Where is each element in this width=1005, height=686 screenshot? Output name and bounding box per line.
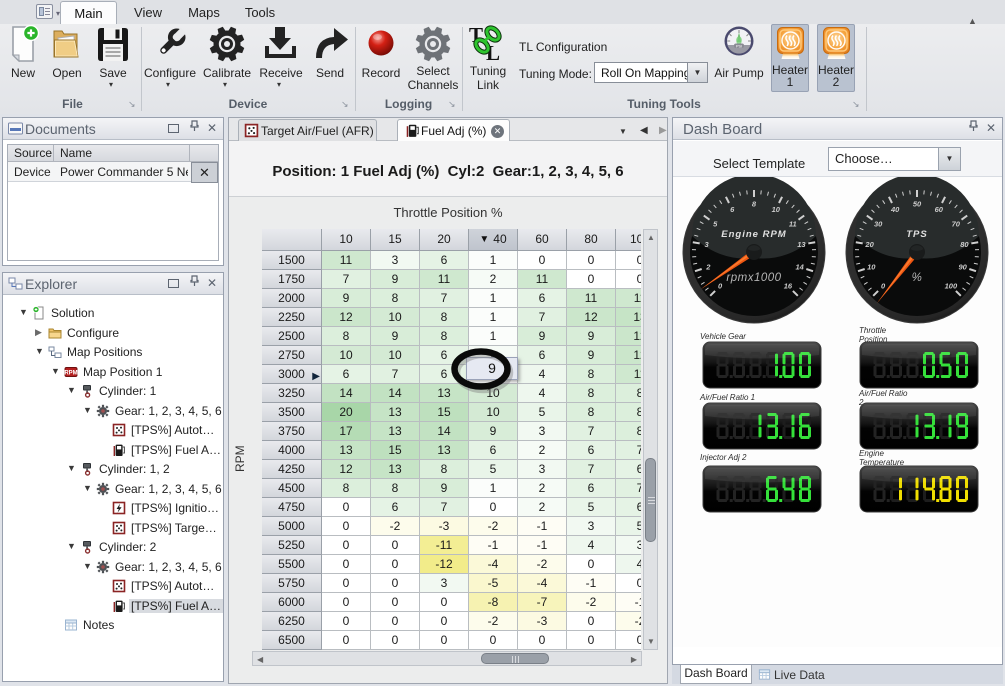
svg-text:100: 100 bbox=[945, 282, 958, 291]
svg-text:rpmx1000: rpmx1000 bbox=[726, 272, 781, 284]
svg-text:10: 10 bbox=[772, 205, 781, 214]
svg-text:RPM: RPM bbox=[64, 370, 77, 376]
svg-text:50: 50 bbox=[913, 200, 922, 209]
svg-text:PSI: PSI bbox=[736, 44, 742, 48]
svg-text:70: 70 bbox=[952, 220, 961, 229]
svg-text:30: 30 bbox=[874, 220, 883, 229]
svg-text:60: 60 bbox=[935, 205, 944, 214]
svg-text:10: 10 bbox=[867, 263, 876, 272]
svg-text:TPS: TPS bbox=[906, 229, 927, 240]
svg-text:13: 13 bbox=[797, 240, 806, 249]
svg-text:Engine: Engine bbox=[859, 449, 884, 458]
svg-text:Injector Adj 2: Injector Adj 2 bbox=[700, 453, 747, 462]
svg-text:16: 16 bbox=[784, 282, 793, 291]
svg-text:40: 40 bbox=[890, 205, 900, 214]
svg-text:2: 2 bbox=[705, 263, 711, 272]
svg-text:14: 14 bbox=[796, 263, 805, 272]
svg-text:Vehicle Gear: Vehicle Gear bbox=[700, 332, 746, 341]
svg-text:Air/Fuel Ratio 1: Air/Fuel Ratio 1 bbox=[699, 393, 755, 402]
svg-text:80: 80 bbox=[960, 240, 969, 249]
svg-text:%: % bbox=[912, 272, 923, 284]
svg-text:20: 20 bbox=[864, 240, 874, 249]
svg-text:Air/Fuel Ratio: Air/Fuel Ratio bbox=[858, 389, 908, 398]
svg-text:Engine RPM: Engine RPM bbox=[721, 229, 787, 240]
svg-text:Throttle: Throttle bbox=[859, 326, 887, 335]
svg-text:11: 11 bbox=[789, 220, 797, 229]
svg-text:90: 90 bbox=[959, 263, 968, 272]
